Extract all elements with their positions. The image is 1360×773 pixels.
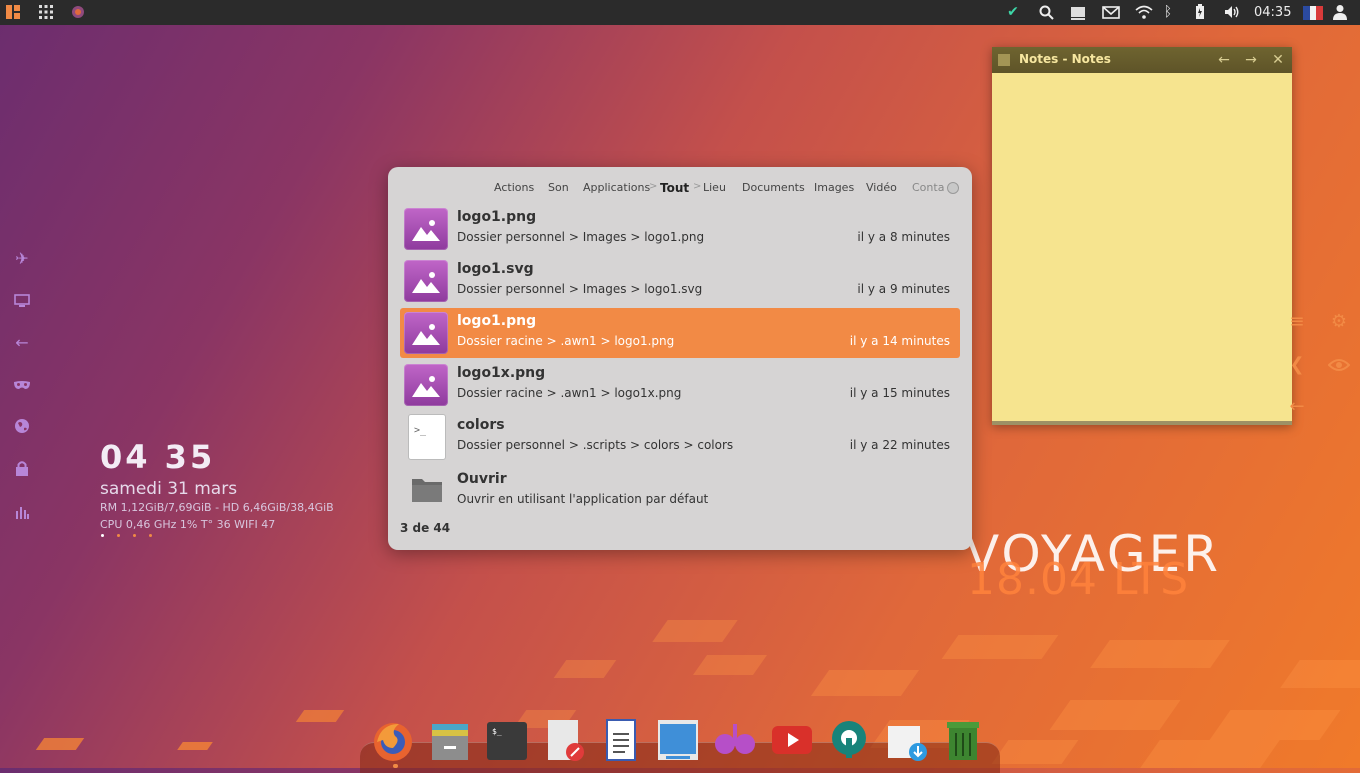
user-icon[interactable]: [1330, 0, 1350, 25]
app-grid-icon[interactable]: [36, 0, 56, 25]
system-cpu-info: CPU 0,46 GHz 1% T° 36 WIFI 47: [100, 518, 276, 531]
panel-clock[interactable]: 04:35: [1254, 0, 1291, 25]
menu-icon[interactable]: ≡: [1285, 310, 1309, 334]
result-title: logo1.png: [457, 209, 537, 225]
result-row[interactable]: logo1.svg Dossier personnel > Images > l…: [400, 256, 960, 306]
app-menu-icon[interactable]: [4, 0, 22, 25]
action-row[interactable]: Ouvrir Ouvrir en utilisant l'application…: [400, 466, 960, 516]
result-row[interactable]: logo1.png Dossier personnel > Images > l…: [400, 204, 960, 254]
result-title: logo1x.png: [457, 365, 546, 381]
lock-icon[interactable]: [10, 456, 34, 480]
globe-icon[interactable]: [10, 414, 34, 438]
loading-spinner-icon: [947, 182, 959, 194]
tab-images[interactable]: Images: [814, 181, 854, 194]
top-panel: ✔ ᛒ 04:35: [0, 0, 1360, 25]
result-path: Dossier personnel > Images > logo1.png: [457, 230, 705, 244]
result-path: Dossier personnel > .scripts > colors > …: [457, 438, 734, 452]
svg-text:$_: $_: [492, 727, 502, 736]
result-title: logo1.png: [457, 313, 537, 329]
tab-tout[interactable]: Tout: [660, 181, 689, 195]
action-title: Ouvrir: [457, 471, 507, 487]
bar-chart-icon[interactable]: [10, 500, 34, 524]
result-path: Dossier personnel > Images > logo1.svg: [457, 282, 703, 296]
search-launcher-window: Actions Son Applications > Tout > Lieu D…: [388, 167, 972, 550]
tab-separator: >: [693, 181, 702, 192]
image-file-icon: [404, 260, 448, 302]
tab-son[interactable]: Son: [548, 181, 569, 194]
settings-gear-icon[interactable]: ⚙: [1327, 310, 1351, 334]
result-time: il y a 14 minutes: [849, 334, 950, 348]
firefox-taskbar-icon[interactable]: [68, 0, 88, 25]
wifi-icon[interactable]: [1133, 0, 1155, 25]
file-manager-icon[interactable]: [428, 718, 472, 762]
system-memory-info: RM 1,12GiB/7,69GiB - HD 6,46GiB/38,4GiB: [100, 501, 334, 514]
notes-window: Notes - Notes ← → ✕: [992, 47, 1292, 425]
result-row[interactable]: logo1x.png Dossier racine > .awn1 > logo…: [400, 360, 960, 410]
youtube-icon[interactable]: [770, 718, 814, 762]
notes-bottom-bar: [992, 421, 1292, 425]
firefox-icon[interactable]: [371, 718, 415, 762]
workspace-indicator: [100, 534, 160, 544]
arrow-forward-icon[interactable]: →: [1241, 50, 1261, 70]
wallpaper-version: 18.04 LTS: [967, 554, 1190, 605]
music-player-icon[interactable]: [713, 718, 757, 762]
tab-contacts[interactable]: Conta: [912, 181, 944, 194]
writer-document-icon[interactable]: [599, 718, 643, 762]
tab-separator: >: [649, 181, 658, 192]
category-tabs: Actions Son Applications > Tout > Lieu D…: [388, 181, 972, 199]
checkmark-icon[interactable]: ✔: [1003, 0, 1023, 25]
result-title: colors: [457, 417, 505, 433]
result-time: il y a 9 minutes: [857, 282, 950, 296]
script-file-icon: >_: [408, 414, 446, 460]
mask-icon[interactable]: [10, 373, 34, 397]
bluetooth-icon[interactable]: ᛒ: [1160, 0, 1176, 25]
folder-icon: [412, 476, 442, 502]
result-count: 3 de 44: [400, 521, 451, 535]
text-editor-icon[interactable]: [542, 718, 586, 762]
image-file-icon: [404, 208, 448, 250]
tab-video[interactable]: Vidéo: [866, 181, 897, 194]
back-arrow-icon[interactable]: ←: [1285, 395, 1309, 419]
result-time: il y a 8 minutes: [857, 230, 950, 244]
tab-documents[interactable]: Documents: [742, 181, 805, 194]
eye-icon[interactable]: [1327, 353, 1351, 377]
search-icon[interactable]: [1036, 0, 1056, 25]
mail-icon[interactable]: [1100, 0, 1122, 25]
screenshot-viewer-icon[interactable]: [656, 718, 700, 762]
result-path: Dossier racine > .awn1 > logo1.png: [457, 334, 675, 348]
battery-icon[interactable]: [1190, 0, 1210, 25]
airplane-icon[interactable]: ✈: [10, 247, 34, 271]
notes-content-area[interactable]: [992, 73, 1292, 421]
action-description: Ouvrir en utilisant l'application par dé…: [457, 492, 709, 506]
result-path: Dossier racine > .awn1 > logo1x.png: [457, 386, 682, 400]
software-center-icon[interactable]: [827, 718, 871, 762]
running-indicator: [393, 764, 398, 768]
result-time: il y a 15 minutes: [849, 386, 950, 400]
arrow-back-icon[interactable]: ←: [1214, 50, 1234, 70]
image-file-icon: [404, 312, 448, 354]
tab-actions[interactable]: Actions: [494, 181, 534, 194]
image-file-icon: [404, 364, 448, 406]
trash-icon[interactable]: [941, 718, 985, 762]
result-title: logo1.svg: [457, 261, 534, 277]
note-icon[interactable]: [994, 50, 1014, 70]
notes-title: Notes - Notes: [1019, 52, 1111, 66]
result-row-selected[interactable]: logo1.png Dossier racine > .awn1 > logo1…: [400, 308, 960, 358]
collapse-left-icon[interactable]: ❮: [1285, 353, 1309, 377]
package-installer-icon[interactable]: [884, 718, 928, 762]
desktop-clock-date: samedi 31 mars: [100, 479, 238, 499]
terminal-icon[interactable]: $_: [485, 718, 529, 762]
tab-applications[interactable]: Applications: [583, 181, 650, 194]
close-icon[interactable]: ✕: [1268, 50, 1288, 70]
tab-lieu[interactable]: Lieu: [703, 181, 726, 194]
volume-icon[interactable]: [1222, 0, 1242, 25]
result-row[interactable]: >_ colors Dossier personnel > .scripts >…: [400, 412, 960, 462]
monitor-icon[interactable]: [10, 289, 34, 313]
notes-titlebar[interactable]: Notes - Notes ← → ✕: [992, 47, 1292, 73]
keyboard-layout-flag-icon[interactable]: [1302, 0, 1324, 25]
result-time: il y a 22 minutes: [849, 438, 950, 452]
arrow-left-icon[interactable]: ←: [10, 331, 34, 355]
desktop-clock-time: 04 35: [100, 438, 216, 476]
screen-icon[interactable]: [1068, 0, 1088, 25]
